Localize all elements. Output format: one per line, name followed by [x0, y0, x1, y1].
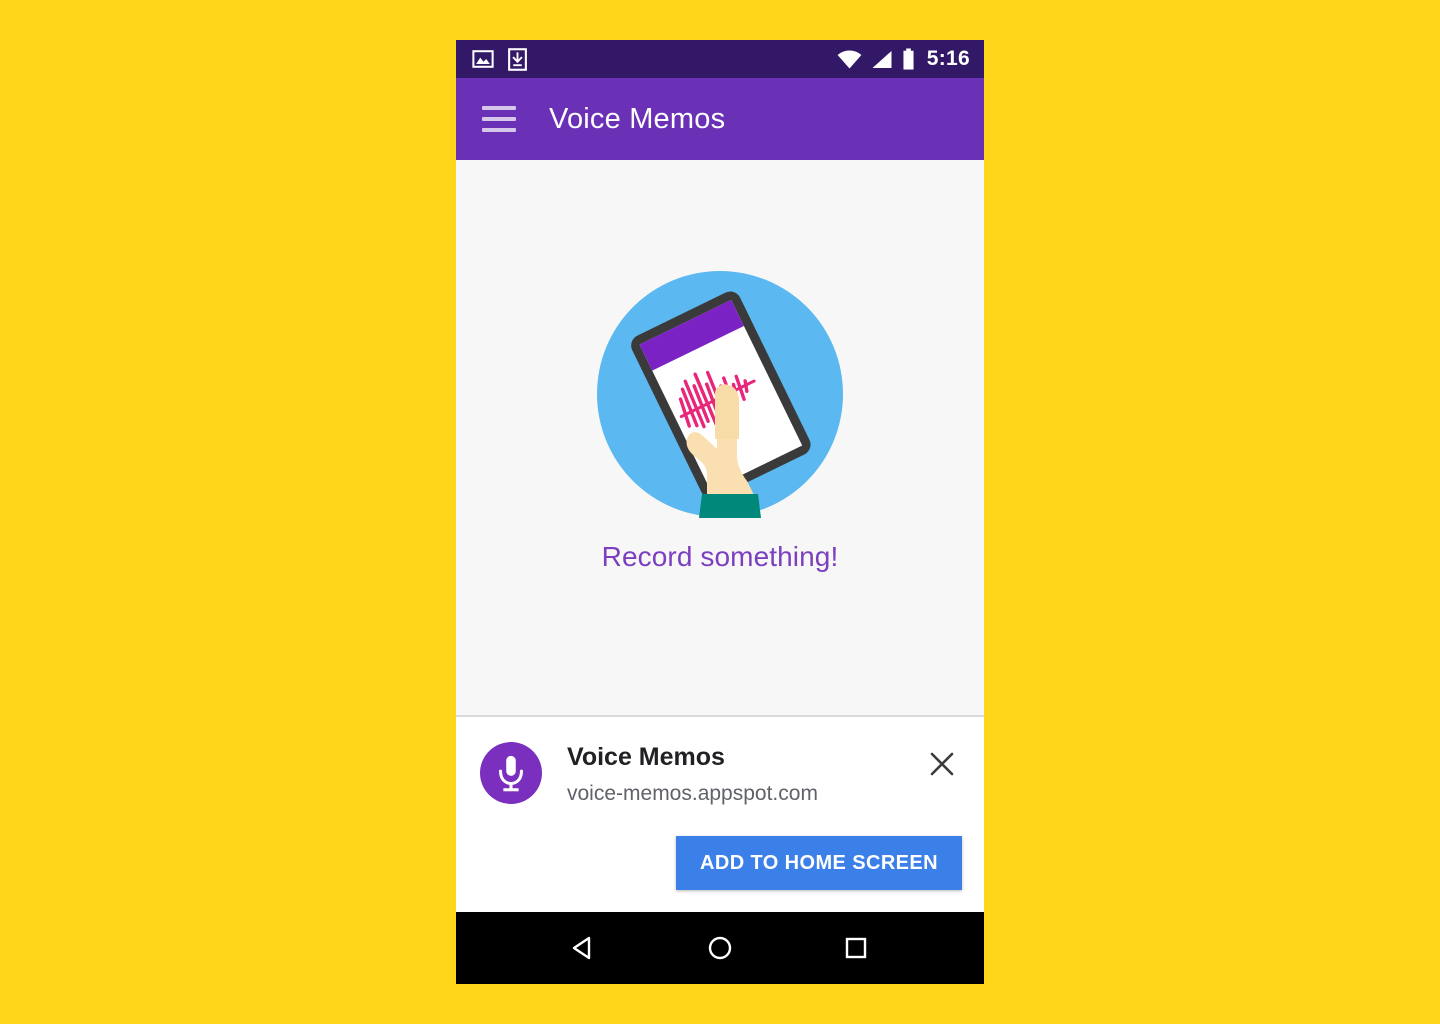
status-bar-clock: 5:16 — [926, 47, 970, 70]
nav-home-button[interactable] — [690, 924, 750, 972]
microphone-icon — [499, 755, 523, 792]
recents-square-icon — [845, 937, 867, 959]
install-banner-url: voice-memos.appspot.com — [567, 782, 818, 806]
page-title: Voice Memos — [549, 102, 726, 135]
install-banner: Voice Memos voice-memos.appspot.com ADD … — [456, 715, 984, 912]
nav-back-button[interactable] — [554, 924, 614, 972]
status-bar-left-icons — [472, 47, 527, 71]
hand-holding-phone-recording-illustration — [597, 270, 843, 518]
battery-icon — [903, 48, 914, 70]
empty-state-message: Record something! — [601, 540, 839, 572]
main-content: Record something! — [456, 160, 984, 715]
home-circle-icon — [708, 936, 732, 960]
phone-screen: 5:16 Voice Memos Record something! Voice… — [456, 40, 984, 984]
app-icon — [480, 742, 542, 804]
hamburger-line — [482, 106, 516, 110]
add-to-home-screen-button[interactable]: ADD TO HOME SCREEN — [676, 836, 962, 890]
install-banner-row: Voice Memos voice-memos.appspot.com — [480, 740, 962, 806]
close-icon-glyph — [930, 752, 954, 776]
cellular-signal-icon — [872, 50, 892, 68]
back-triangle-icon — [572, 936, 591, 960]
hamburger-line — [482, 128, 516, 132]
nav-recents-button[interactable] — [826, 924, 886, 972]
hamburger-line — [482, 117, 516, 121]
status-bar: 5:16 — [456, 40, 984, 78]
wifi-icon — [837, 49, 862, 69]
app-bar: Voice Memos — [456, 78, 984, 160]
hamburger-menu-icon[interactable] — [482, 106, 516, 132]
screenshot-image-icon — [472, 50, 494, 68]
screenshot-canvas: 5:16 Voice Memos Record something! Voice… — [0, 0, 1440, 1024]
install-banner-title: Voice Memos — [567, 743, 725, 771]
android-navigation-bar — [456, 912, 984, 984]
close-icon[interactable] — [922, 744, 962, 784]
illustration-sleeve — [699, 493, 761, 518]
install-banner-texts: Voice Memos voice-memos.appspot.com — [567, 740, 922, 806]
download-icon — [508, 47, 527, 71]
status-bar-right-icons: 5:16 — [837, 47, 970, 71]
